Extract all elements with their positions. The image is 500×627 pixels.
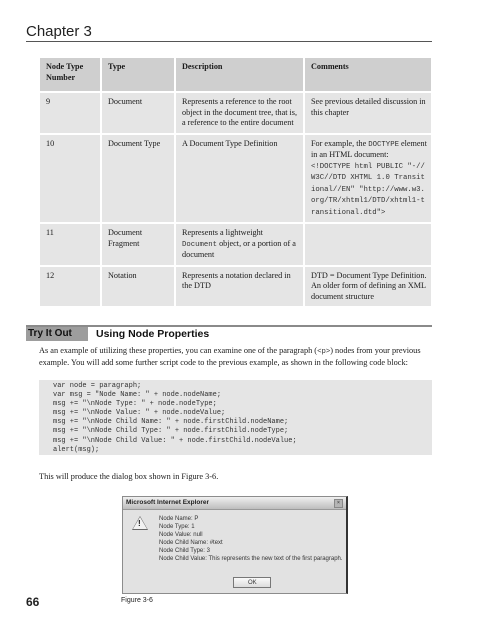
cell-number: 11	[40, 224, 100, 265]
cell-description: Represents a notation declared in the DT…	[176, 266, 303, 306]
code-line: msg += "\nNode Child Name: " + node.firs…	[53, 418, 289, 427]
code-line: var node = paragraph;	[53, 382, 142, 390]
column-header: Comments	[305, 58, 431, 91]
code-line: msg += "\nNode Value: " + node.nodeValue…	[53, 409, 226, 418]
table-row: 10 Document Type A Document Type Definit…	[40, 134, 431, 222]
try-it-out-label: Try It Out	[26, 327, 88, 341]
cell-description: Represents a reference to the root objec…	[176, 93, 303, 133]
dialog-line: Node Child Value: This represents the ne…	[159, 556, 343, 562]
table-row: 11 Document Fragment Represents a lightw…	[40, 224, 431, 265]
cell-type: Document Fragment	[102, 224, 174, 265]
table-header-row: Node Type Number Type Description Commen…	[40, 58, 431, 91]
paragraph-text: As an example of utilizing these propert…	[39, 346, 318, 355]
inline-code: DOCTYPE	[368, 140, 399, 149]
description-text: Represents a lightweight	[182, 228, 263, 237]
column-header: Description	[176, 58, 303, 91]
cell-comments: See previous detailed discussion in this…	[305, 93, 431, 133]
dialog-title-bar: Microsoft Internet Explorer ×	[123, 497, 346, 510]
chapter-heading: Chapter 3	[26, 23, 92, 40]
page-number: 66	[26, 595, 40, 609]
cell-type: Document	[102, 93, 174, 133]
intro-paragraph: As an example of utilizing these propert…	[39, 346, 434, 368]
dialog-line: Node Value: null	[159, 532, 203, 538]
cell-type: Notation	[102, 266, 174, 306]
table-row: 9 Document Represents a reference to the…	[40, 93, 431, 133]
alert-dialog-figure: Microsoft Internet Explorer × ! Node Nam…	[122, 496, 348, 594]
code-line: var msg = "Node Name: " + node.nodeName;	[53, 391, 222, 400]
dialog-line: Node Name: P	[159, 516, 199, 522]
code-line: msg += "\nNode Child Type: " + node.firs…	[53, 427, 289, 436]
chapter-rule	[26, 41, 432, 42]
dialog-line: Node Child Name: #text	[159, 540, 223, 546]
cell-number: 9	[40, 93, 100, 133]
cell-comments: For example, the DOCTYPE element in an H…	[305, 134, 431, 222]
cell-number: 12	[40, 266, 100, 306]
dialog-title: Microsoft Internet Explorer	[126, 499, 210, 506]
close-icon[interactable]: ×	[334, 499, 343, 508]
cell-comments: DTD = Document Type Definition. An older…	[305, 266, 431, 306]
doctype-code: <!DOCTYPE html PUBLIC "-//W3C//DTD XHTML…	[311, 162, 425, 217]
figure-caption: Figure 3-6	[121, 597, 153, 604]
code-line: msg += "\nNode Type: " + node.nodeType;	[53, 400, 217, 409]
code-block: var node = paragraph; var msg = "Node Nam…	[39, 380, 432, 455]
column-header: Node Type Number	[40, 58, 100, 91]
dialog-message: Node Name: P Node Type: 1 Node Value: nu…	[159, 515, 343, 563]
warning-icon-mark: !	[138, 519, 141, 528]
inline-code: <p>	[317, 348, 331, 356]
table-row: 12 Notation Represents a notation declar…	[40, 266, 431, 306]
cell-number: 10	[40, 134, 100, 222]
dialog-line: Node Child Type: 3	[159, 548, 210, 554]
column-header: Type	[102, 58, 174, 91]
code-line: msg += "\nNode Child Value: " + node.fir…	[53, 436, 297, 445]
cell-description: A Document Type Definition	[176, 134, 303, 222]
cell-comments	[305, 224, 431, 265]
ok-button[interactable]: OK	[233, 577, 272, 588]
cell-description: Represents a lightweight Document object…	[176, 224, 303, 265]
node-type-table: Node Type Number Type Description Commen…	[38, 56, 433, 308]
dialog-line: Node Type: 1	[159, 524, 195, 530]
cell-type: Document Type	[102, 134, 174, 222]
figure-reference-paragraph: This will produce the dialog box shown i…	[39, 472, 219, 481]
try-it-out-title: Using Node Properties	[96, 328, 210, 340]
code-line: alert(msg);	[53, 445, 100, 454]
comments-text: For example, the	[311, 138, 369, 148]
inline-code: Document	[182, 240, 218, 249]
